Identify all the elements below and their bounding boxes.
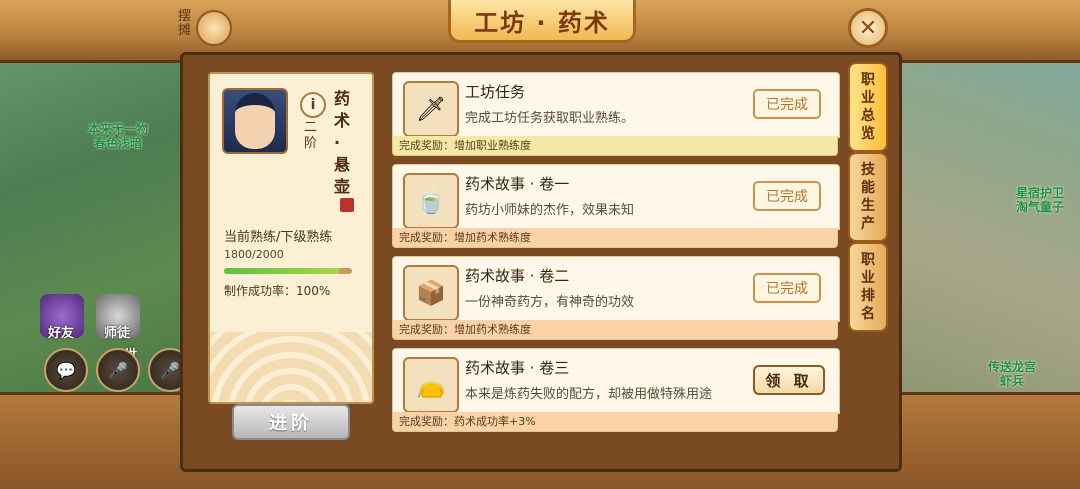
sword-icon: 🗡	[403, 81, 459, 137]
profession-rank: 二阶	[304, 120, 318, 151]
task-name: 工坊任务	[465, 83, 526, 101]
avatar	[222, 88, 288, 154]
claim-button[interactable]: 领 取	[753, 365, 825, 395]
task-reward: 完成奖励：增加药术熟练度	[392, 320, 838, 340]
friend-label: 好友	[48, 326, 75, 341]
task-card: 🍵 药术故事 · 卷一 药坊小师妹的杰作，效果未知 已完成 完成奖励：增加药术熟…	[392, 164, 840, 248]
tab-label: 职业总览	[861, 72, 875, 142]
seal-icon	[340, 198, 354, 212]
npc-name-line: 传送龙宫 虾兵	[987, 360, 1036, 388]
stall-icon	[196, 10, 232, 46]
task-reward: 完成奖励：药术成功率+3%	[392, 412, 838, 432]
task-card: 🗡 工坊任务 完成工坊任务获取职业熟练。 已完成 完成奖励：增加职业熟练度	[392, 72, 840, 156]
avatar-face	[235, 93, 275, 149]
task-reward: 完成奖励：增加药术熟练度	[392, 228, 838, 248]
task-card: 📦 药术故事 · 卷二 一份神奇药方，有神奇的功效 已完成 完成奖励：增加药术熟…	[392, 256, 840, 340]
success-rate: 制作成功率：100%	[224, 284, 331, 298]
task-reward: 完成奖励：增加职业熟练度	[392, 136, 838, 156]
completed-badge: 已完成	[753, 181, 821, 211]
progress-fill	[224, 268, 340, 274]
progress-value: 1800/2000	[224, 248, 284, 261]
voice-icon[interactable]: 🎤	[96, 348, 140, 392]
task-card-body: 🍵 药术故事 · 卷一 药坊小师妹的杰作，效果未知 已完成	[392, 164, 840, 230]
task-list[interactable]: 🗡 工坊任务 完成工坊任务获取职业熟练。 已完成 完成奖励：增加职业熟练度 🍵 …	[392, 72, 842, 452]
task-desc: 本来是炼药失败的配方，却被用做特殊用途	[465, 387, 713, 402]
task-name: 药术故事 · 卷一	[465, 175, 570, 193]
progress-bar	[224, 268, 352, 274]
stall-label: 摆摊	[178, 9, 192, 38]
progress-label: 当前熟练/下级熟练	[224, 230, 333, 245]
npc-name-line: 本来无一物 春色浅暗	[87, 122, 148, 150]
tab-overview[interactable]: 职业总览	[848, 62, 888, 152]
tab-ranking[interactable]: 职业排名	[848, 242, 888, 332]
tab-label: 职业排名	[861, 252, 875, 322]
tab-skill-production[interactable]: 技能生产	[848, 152, 888, 242]
profession-name: 药术 · 悬壶	[334, 89, 351, 196]
profession-panel: i 二阶 药术 · 悬壶 当前熟练/下级熟练 1800/2000 制作成功率：1…	[208, 72, 374, 404]
close-icon[interactable]: ✕	[848, 8, 888, 48]
task-name: 药术故事 · 卷三	[465, 359, 570, 377]
task-card: 👝 药术故事 · 卷三 本来是炼药失败的配方，却被用做特殊用途 领 取 完成奖励…	[392, 348, 840, 432]
npc-name-line: 星宿护卫 淘气童子	[1015, 186, 1064, 214]
task-desc: 药坊小师妹的杰作，效果未知	[465, 203, 635, 218]
stall-button[interactable]: 摆摊	[178, 4, 232, 48]
task-card-body: 🗡 工坊任务 完成工坊任务获取职业熟练。 已完成	[392, 72, 840, 138]
task-card-body: 👝 药术故事 · 卷三 本来是炼药失败的配方，却被用做特殊用途 领 取	[392, 348, 840, 414]
info-icon[interactable]: i	[300, 92, 326, 118]
npc-label-right-1[interactable]: 星宿护卫 淘气童子	[1002, 186, 1078, 214]
pouch-icon: 👝	[403, 357, 459, 413]
chest-icon: 📦	[403, 265, 459, 321]
mentor-label: 师徒	[104, 326, 131, 341]
task-desc: 完成工坊任务获取职业熟练。	[465, 111, 635, 126]
task-card-body: 📦 药术故事 · 卷二 一份神奇药方，有神奇的功效 已完成	[392, 256, 840, 322]
npc-label-left[interactable]: 本来无一物 春色浅暗	[76, 122, 160, 150]
npc-label-right-2[interactable]: 传送龙宫 虾兵	[974, 360, 1050, 388]
window-title: 工坊 · 药术	[474, 8, 610, 37]
wave-pattern	[210, 332, 372, 402]
task-desc: 一份神奇药方，有神奇的功效	[465, 295, 635, 310]
advance-button[interactable]: 进阶	[232, 404, 350, 440]
bowl-icon: 🍵	[403, 173, 459, 229]
completed-badge: 已完成	[753, 273, 821, 303]
tab-label: 技能生产	[861, 162, 875, 232]
completed-badge: 已完成	[753, 89, 821, 119]
task-name: 药术故事 · 卷二	[465, 267, 570, 285]
chat-icon[interactable]: 💬	[44, 348, 88, 392]
window-title-plate: 工坊 · 药术	[448, 0, 636, 43]
